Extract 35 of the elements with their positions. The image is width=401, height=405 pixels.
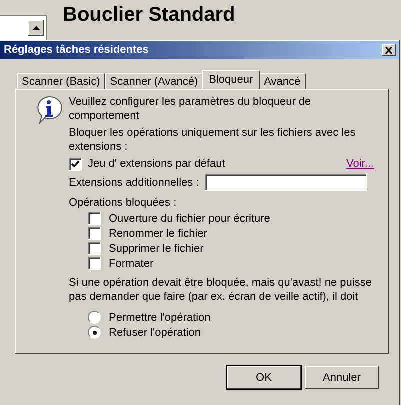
fallback-text: Si une opération devait être bloquée, mais qu'avast! ne puisse pas demander que faire (par ex. écran de veille actif), il doit [69,276,373,304]
blocked-operations-label: Opérations bloquées : [69,196,178,210]
close-button[interactable] [382,44,396,56]
checkbox[interactable] [88,242,101,255]
checkbox-label: Ouverture du fichier pour écriture [109,212,270,226]
info-icon [36,96,62,124]
check-icon [71,160,80,168]
checkbox[interactable] [88,227,101,240]
checkbox[interactable] [88,257,101,270]
up-arrow-icon [32,26,40,30]
tab[interactable]: Avancé [259,73,306,89]
tab[interactable]: Scanner (Avancé) [105,73,204,89]
checkbox-label: Renommer le fichier [109,226,208,240]
intro-text: Veuillez configurer les paramètres du bloqueur de comportement [69,95,312,123]
checkbox-label: Formater [109,256,154,270]
section-heading: Bouclier Standard [63,4,236,28]
tab[interactable]: Bloqueur [202,70,260,89]
radio-button[interactable] [88,311,101,324]
view-link[interactable]: Voir... [346,158,374,170]
tab[interactable]: Scanner (Basic) [17,73,106,89]
field-label: Extensions additionnelles : [69,176,200,190]
checkbox[interactable] [88,212,101,225]
extensions-input-field[interactable] [205,174,368,191]
radio-button[interactable] [88,326,101,339]
radio-label: Permettre l'opération [109,310,211,324]
extensions-label: Bloquer les opérations uniquement sur les fichiers avec les extensions : [69,126,357,154]
window-title: Réglages tâches résidentes [4,44,149,56]
close-icon [385,46,393,54]
scroll-up-button[interactable] [28,20,44,36]
radio-label: Refuser l'opération [109,326,201,340]
dialog-button[interactable]: OK [227,366,301,389]
dialog-button[interactable]: Annuler [305,366,379,389]
checkbox-label: Supprimer le fichier [109,242,204,256]
checkbox[interactable] [69,158,82,170]
checkbox-label: Jeu d' extensions par défaut [88,157,226,171]
